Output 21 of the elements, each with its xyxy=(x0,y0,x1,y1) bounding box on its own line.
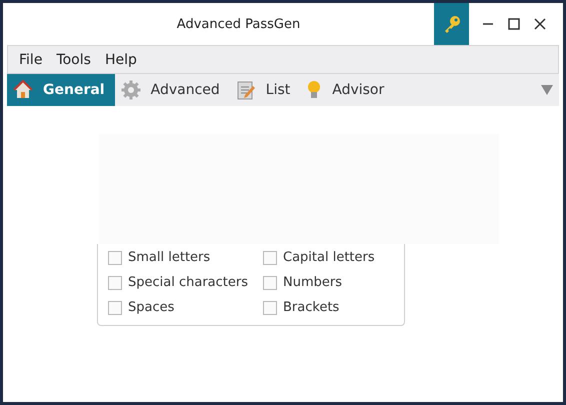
lightbulb-icon xyxy=(306,80,322,100)
checkbox[interactable]: Spaces xyxy=(108,300,263,315)
maximize-icon xyxy=(508,18,520,30)
key-button[interactable] xyxy=(434,3,469,45)
close-icon xyxy=(534,18,546,30)
tab[interactable]: Advanced xyxy=(114,74,230,106)
menu-item[interactable]: Help xyxy=(100,50,142,70)
menu-item[interactable]: Tools xyxy=(51,50,96,70)
checkbox[interactable]: Capital letters xyxy=(263,250,404,265)
menu-item[interactable]: File xyxy=(14,50,48,70)
window-title: Advanced PassGen xyxy=(176,16,300,32)
checkbox[interactable]: Brackets xyxy=(263,300,404,315)
checkbox[interactable]: Special characters xyxy=(108,275,263,290)
house-icon xyxy=(13,80,33,100)
checkbox[interactable]: Numbers xyxy=(263,275,404,290)
tab[interactable]: List xyxy=(230,74,300,106)
notepad-icon xyxy=(236,80,256,100)
gear-icon xyxy=(120,80,141,100)
tab[interactable]: General xyxy=(7,74,115,106)
tab[interactable]: Advisor xyxy=(300,74,394,106)
checkbox[interactable]: Small letters xyxy=(108,250,263,265)
